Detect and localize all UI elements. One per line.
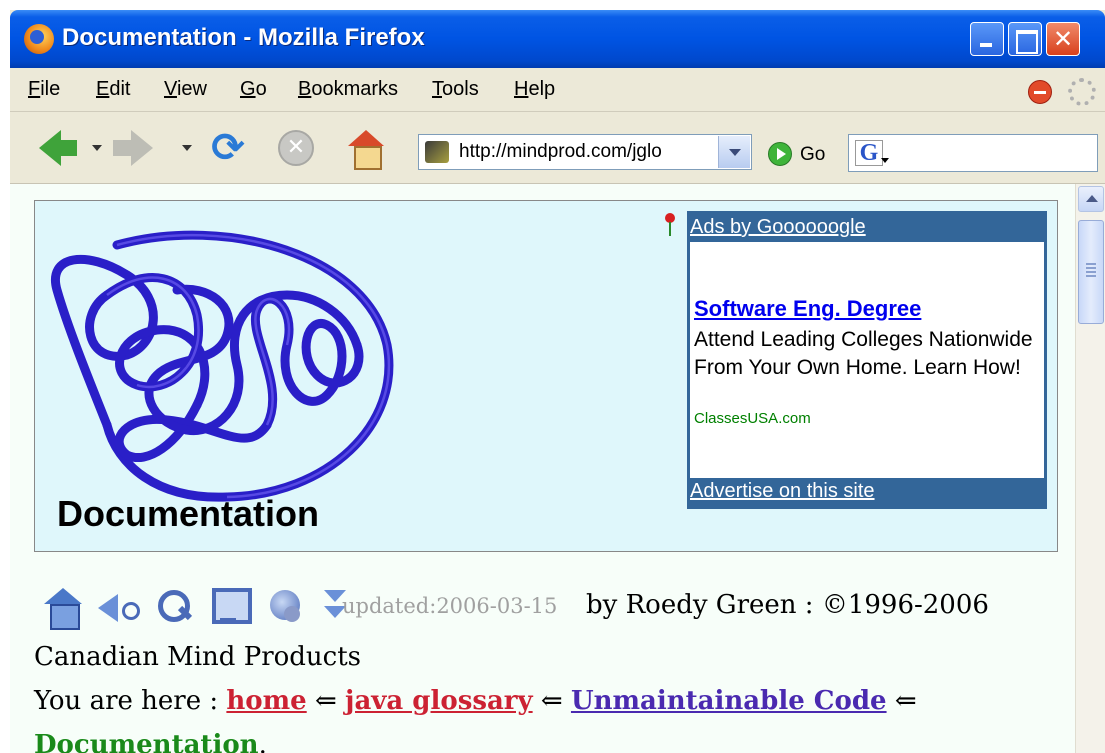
url-bar[interactable]: http://mindprod.com/jglo xyxy=(418,134,752,170)
back-history-chevron-down-icon[interactable] xyxy=(92,145,102,151)
title-bar[interactable]: Documentation - Mozilla Firefox xyxy=(10,10,1105,68)
breadcrumb-prefix: You are here : xyxy=(34,686,219,716)
forward-history-chevron-down-icon[interactable] xyxy=(182,145,192,151)
ad-body-text: Attend Leading Colleges Nationwide From … xyxy=(694,328,1033,379)
url-history-chevron-down-icon[interactable] xyxy=(718,136,750,168)
firefox-logo-icon xyxy=(24,24,54,54)
breadcrumb-separator: ⇐ xyxy=(540,686,563,716)
breadcrumb: You are here : home ⇐ java glossary ⇐ Un… xyxy=(34,686,917,716)
go-icon[interactable] xyxy=(768,142,792,166)
menu-help[interactable]: Help xyxy=(514,78,555,101)
ad-footer: Advertise on this site xyxy=(690,478,1044,506)
breadcrumb-java-glossary-link[interactable]: java glossary xyxy=(345,686,533,716)
page-banner: Documentation Ads by Goooooogle Software… xyxy=(34,200,1058,552)
search-icon[interactable] xyxy=(156,588,194,626)
navigation-toolbar: ⟳ ✕ http://mindprod.com/jglo Go G xyxy=(10,112,1105,184)
home-icon[interactable] xyxy=(344,128,388,170)
rose-icon xyxy=(663,213,677,237)
ad-header: Ads by Goooooogle xyxy=(690,214,1044,242)
reload-icon[interactable]: ⟳ xyxy=(206,128,250,168)
minimize-button[interactable] xyxy=(970,22,1004,56)
menu-file[interactable]: File xyxy=(28,78,60,101)
forward-arrow-icon[interactable] xyxy=(113,128,164,168)
go-button-label[interactable]: Go xyxy=(800,144,825,166)
page-title: Documentation xyxy=(57,493,320,534)
ads-by-google-link[interactable]: Ads by Goooooogle xyxy=(690,216,866,239)
scroll-up-arrow-icon[interactable] xyxy=(1078,186,1104,212)
ad-box: Ads by Goooooogle Software Eng. Degree A… xyxy=(687,211,1047,509)
breadcrumb-unmaintainable-code-link[interactable]: Unmaintainable Code xyxy=(571,686,887,716)
menu-go[interactable]: Go xyxy=(240,78,267,101)
menu-view[interactable]: View xyxy=(164,78,207,101)
throbber-icon xyxy=(1068,78,1096,106)
browser-window: Documentation - Mozilla Firefox File Edi… xyxy=(10,10,1105,753)
breadcrumb-current: Documentation. xyxy=(34,730,267,753)
back-arrow-icon[interactable] xyxy=(28,128,77,168)
scroll-thumb[interactable] xyxy=(1078,220,1104,324)
back-icon[interactable] xyxy=(98,588,140,626)
search-box[interactable]: G xyxy=(848,134,1098,172)
knot-logo-icon xyxy=(51,230,394,502)
search-engine-google-icon[interactable]: G xyxy=(855,140,889,166)
breadcrumb-separator: ⇐ xyxy=(314,686,337,716)
maximize-button[interactable] xyxy=(1008,22,1042,56)
company-name: Canadian Mind Products xyxy=(34,642,362,672)
window-title: Documentation - Mozilla Firefox xyxy=(62,24,425,51)
page-content: Documentation Ads by Goooooogle Software… xyxy=(10,184,1075,753)
breadcrumb-separator: ⇐ xyxy=(894,686,917,716)
alert-icon[interactable] xyxy=(1028,80,1052,104)
breadcrumb-current-label: Documentation xyxy=(34,730,259,753)
menu-bookmarks[interactable]: Bookmarks xyxy=(298,78,398,101)
ad-url-text[interactable]: ClassesUSA.com xyxy=(694,410,811,427)
vertical-scrollbar[interactable] xyxy=(1075,184,1105,753)
close-button[interactable] xyxy=(1046,22,1080,56)
ad-title-link[interactable]: Software Eng. Degree xyxy=(694,296,921,322)
breadcrumb-end: . xyxy=(258,730,267,753)
menu-edit[interactable]: Edit xyxy=(96,78,130,101)
advertise-link[interactable]: Advertise on this site xyxy=(690,480,875,503)
byline: by Roedy Green : ©1996-2006 xyxy=(586,590,989,620)
menu-bar: File Edit View Go Bookmarks Tools Help xyxy=(10,68,1105,112)
stop-icon[interactable]: ✕ xyxy=(274,128,318,168)
globe-icon[interactable] xyxy=(266,588,304,626)
home-icon[interactable] xyxy=(44,588,82,630)
monitor-icon[interactable] xyxy=(210,588,252,626)
breadcrumb-home-link[interactable]: home xyxy=(226,686,306,716)
site-favicon-icon xyxy=(425,141,449,163)
updated-date: updated:2006-03-15 xyxy=(342,594,558,618)
url-input[interactable]: http://mindprod.com/jglo xyxy=(459,141,715,163)
menu-tools[interactable]: Tools xyxy=(432,78,479,101)
